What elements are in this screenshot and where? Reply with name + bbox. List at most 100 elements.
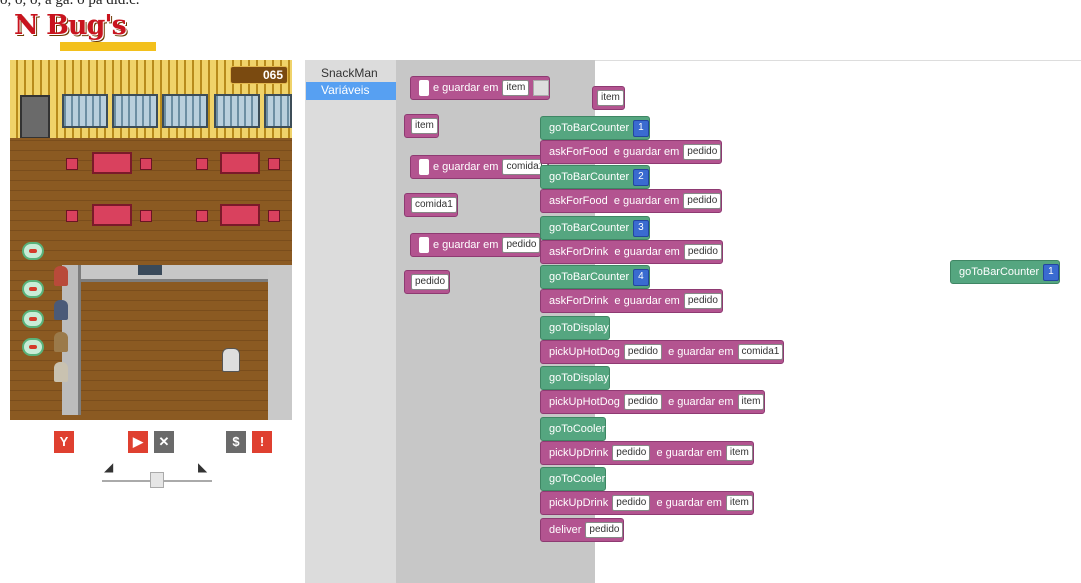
var-dropdown[interactable]: pedido (683, 244, 722, 261)
block-label: pickUpDrink (549, 497, 609, 509)
score-counter: 065 (230, 66, 288, 84)
toolbox-category-variables[interactable]: Variáveis (306, 82, 396, 100)
door (20, 95, 50, 139)
var-dropdown[interactable]: pedido (411, 274, 450, 291)
alert-button[interactable]: ! (252, 431, 272, 453)
customer (54, 332, 68, 352)
logo-text: N Bug's (14, 10, 127, 41)
block-label: e guardar em (433, 239, 499, 251)
pickUpHotDog-block[interactable]: pickUpHotDog pedido e guardar em comida1 (540, 340, 785, 364)
workspace-border (595, 60, 1081, 61)
block-label: goToBarCounter (549, 171, 630, 183)
block-label: e guardar em (614, 246, 680, 258)
customer (54, 266, 68, 286)
pickUpDrink-block[interactable]: pickUpDrink pedido e guardar em item (540, 441, 754, 465)
block-notch (419, 159, 429, 176)
speed-slider-handle[interactable] (150, 472, 164, 488)
window (62, 94, 108, 128)
askForDrink-block[interactable]: askForDrink e guardar em pedido (540, 240, 723, 264)
var-dropdown[interactable]: item (411, 118, 438, 135)
set-comida-block[interactable]: e guardar em comida1 (410, 155, 550, 179)
get-item-block[interactable]: item (404, 114, 439, 138)
block-notch (419, 80, 429, 97)
set-item-block[interactable]: e guardar em item (410, 76, 551, 100)
arg-dropdown[interactable]: pedido (612, 495, 651, 512)
blockly-toolbox: SnackMan Variáveis (305, 60, 396, 583)
stool (268, 158, 280, 170)
page-caption: o, o, o, a ga. o pa did.c. (0, 0, 140, 8)
var-dropdown[interactable]: pedido (502, 237, 541, 254)
variable-item-block[interactable]: item (592, 86, 625, 110)
number-input[interactable]: 1 (633, 119, 649, 137)
var-dropdown[interactable]: item (725, 445, 753, 462)
goToCooler-block[interactable]: goToCooler (540, 467, 607, 491)
askForDrink-block[interactable]: askForDrink e guardar em pedido (540, 289, 723, 313)
var-dropdown[interactable]: item (597, 90, 624, 107)
window (214, 94, 260, 128)
window (112, 94, 158, 128)
goToBarCounter-block[interactable]: goToBarCounter 4 (540, 265, 650, 289)
block-label: e guardar em (613, 146, 680, 158)
get-comida-block[interactable]: comida1 (404, 193, 458, 217)
toolbox-category-snackman[interactable]: SnackMan (306, 65, 396, 83)
block-label: e guardar em (656, 447, 722, 459)
stool (196, 210, 208, 222)
var-dropdown[interactable]: pedido (683, 193, 722, 210)
block-label: deliver (549, 524, 582, 536)
block-label: goToDisplay (549, 372, 609, 384)
play-button[interactable]: ▶ (128, 431, 148, 453)
block-label: goToCooler (549, 473, 606, 485)
block-notch (419, 237, 429, 254)
var-dropdown[interactable]: comida1 (411, 197, 457, 214)
game-scene: 065 (10, 60, 292, 420)
askForFood-block[interactable]: askForFood e guardar em pedido (540, 189, 723, 213)
money-button[interactable]: $ (226, 431, 246, 453)
logo-band (60, 42, 156, 51)
var-dropdown[interactable]: item (725, 495, 753, 512)
order-bubble (22, 242, 44, 260)
block-label: askForFood (549, 195, 608, 207)
goToBarCounter-block[interactable]: goToBarCounter 1 (540, 116, 650, 140)
number-input[interactable]: 3 (633, 219, 649, 237)
var-dropdown[interactable]: item (502, 80, 530, 97)
set-pedido-block[interactable]: e guardar em pedido (410, 233, 542, 257)
item-button[interactable]: Y (54, 431, 74, 453)
var-dropdown[interactable]: pedido (585, 522, 624, 539)
goToBarCounter-block-loose[interactable]: goToBarCounter 1 (950, 260, 1060, 284)
pickUpDrink-block[interactable]: pickUpDrink pedido e guardar em item (540, 491, 754, 515)
var-dropdown[interactable]: pedido (683, 293, 722, 310)
table (220, 152, 260, 174)
number-input[interactable]: 1 (1043, 263, 1059, 281)
stop-button[interactable]: ✕ (154, 431, 174, 453)
arg-dropdown[interactable]: pedido (623, 344, 662, 361)
goToBarCounter-block[interactable]: goToBarCounter 3 (540, 216, 650, 240)
block-label: goToBarCounter (549, 122, 630, 134)
window (264, 94, 292, 128)
arg-dropdown[interactable]: pedido (623, 394, 662, 411)
number-input[interactable]: 4 (633, 268, 649, 286)
deliver-block[interactable]: deliver pedido (540, 518, 625, 542)
goToDisplay-block[interactable]: goToDisplay (540, 366, 610, 390)
display-case (138, 265, 162, 275)
stool (140, 210, 152, 222)
block-label: e guardar em (656, 497, 722, 509)
customer (54, 362, 68, 382)
order-bubble (22, 338, 44, 356)
cooler (268, 270, 292, 420)
order-bubble (22, 310, 44, 328)
get-pedido-block[interactable]: pedido (404, 270, 451, 294)
block-label: goToBarCounter (549, 222, 630, 234)
goToBarCounter-block[interactable]: goToBarCounter 2 (540, 165, 650, 189)
stool (66, 158, 78, 170)
goToDisplay-block[interactable]: goToDisplay (540, 316, 610, 340)
var-dropdown[interactable]: comida1 (737, 344, 784, 361)
arg-dropdown[interactable]: pedido (612, 445, 651, 462)
var-dropdown[interactable]: item (737, 394, 765, 411)
var-dropdown[interactable]: pedido (683, 144, 722, 161)
stool (196, 158, 208, 170)
pickUpHotDog-block[interactable]: pickUpHotDog pedido e guardar em item (540, 390, 766, 414)
askForFood-block[interactable]: askForFood e guardar em pedido (540, 140, 723, 164)
block-label: e guardar em (668, 396, 734, 408)
goToCooler-block[interactable]: goToCooler (540, 417, 607, 441)
number-input[interactable]: 2 (633, 168, 649, 186)
